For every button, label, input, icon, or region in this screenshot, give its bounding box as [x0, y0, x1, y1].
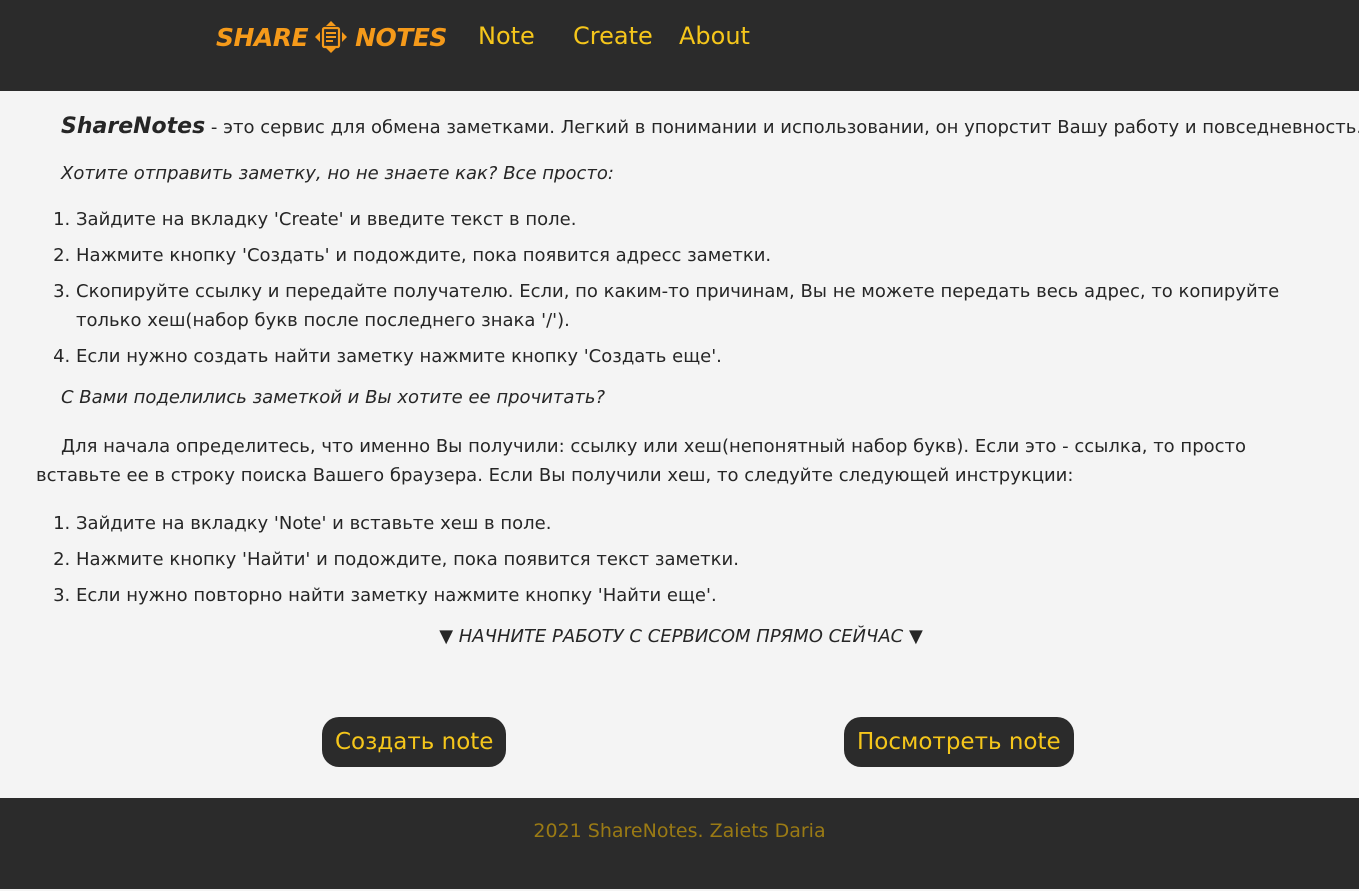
read-step: Зайдите на вкладку 'Note' и вставьте хеш… [76, 509, 1306, 538]
send-step: Зайдите на вкладку 'Create' и введите те… [76, 205, 1306, 234]
footer-copyright: 2021 ShareNotes. Zaiets Daria [533, 820, 826, 842]
create-note-button[interactable]: Создать note [322, 717, 507, 767]
site-footer: 2021 ShareNotes. Zaiets Daria [0, 798, 1359, 889]
notes-exchange-icon [314, 20, 348, 54]
triangle-down-icon: ▼ [908, 626, 923, 647]
send-question: Хотите отправить заметку, но не знаете к… [61, 163, 614, 184]
nav-create[interactable]: Create [573, 20, 653, 52]
about-content: ShareNotes - это сервис для обмена замет… [36, 112, 1359, 651]
brand-name: ShareNotes [61, 114, 206, 139]
cta-heading: ▼ НАЧНИТЕ РАБОТУ С СЕРВИСОМ ПРЯМО СЕЙЧАС… [36, 622, 1326, 651]
triangle-down-icon: ▼ [439, 626, 454, 647]
logo-text-notes: NOTES [355, 22, 447, 52]
send-step: Скопируйте ссылку и передайте получателю… [76, 277, 1306, 335]
view-note-button[interactable]: Посмотреть note [844, 717, 1074, 767]
read-step: Нажмите кнопку 'Найти' и подождите, пока… [76, 545, 1306, 574]
cta-text: НАЧНИТЕ РАБОТУ С СЕРВИСОМ ПРЯМО СЕЙЧАС [453, 626, 909, 647]
read-step: Если нужно повторно найти заметку нажмит… [76, 581, 1306, 610]
read-paragraph: Для начала определитесь, что именно Вы п… [36, 436, 1247, 486]
intro-paragraph: ShareNotes - это сервис для обмена замет… [36, 112, 1359, 142]
read-question: С Вами поделились заметкой и Вы хотите е… [61, 387, 606, 408]
read-steps-list: Зайдите на вкладку 'Note' и вставьте хеш… [36, 509, 1336, 610]
site-header: SHARE NOTES Note Create About [0, 0, 1359, 91]
logo-text-share: SHARE [216, 22, 309, 52]
intro-text: - это сервис для обмена заметками. Легки… [205, 117, 1359, 138]
send-step: Нажмите кнопку 'Создать' и подождите, по… [76, 241, 1306, 270]
send-steps-list: Зайдите на вкладку 'Create' и введите те… [36, 205, 1336, 371]
send-step: Если нужно создать найти заметку нажмите… [76, 342, 1306, 371]
site-logo[interactable]: SHARE NOTES [216, 19, 447, 55]
nav-note[interactable]: Note [478, 20, 535, 52]
nav-about[interactable]: About [679, 20, 750, 52]
